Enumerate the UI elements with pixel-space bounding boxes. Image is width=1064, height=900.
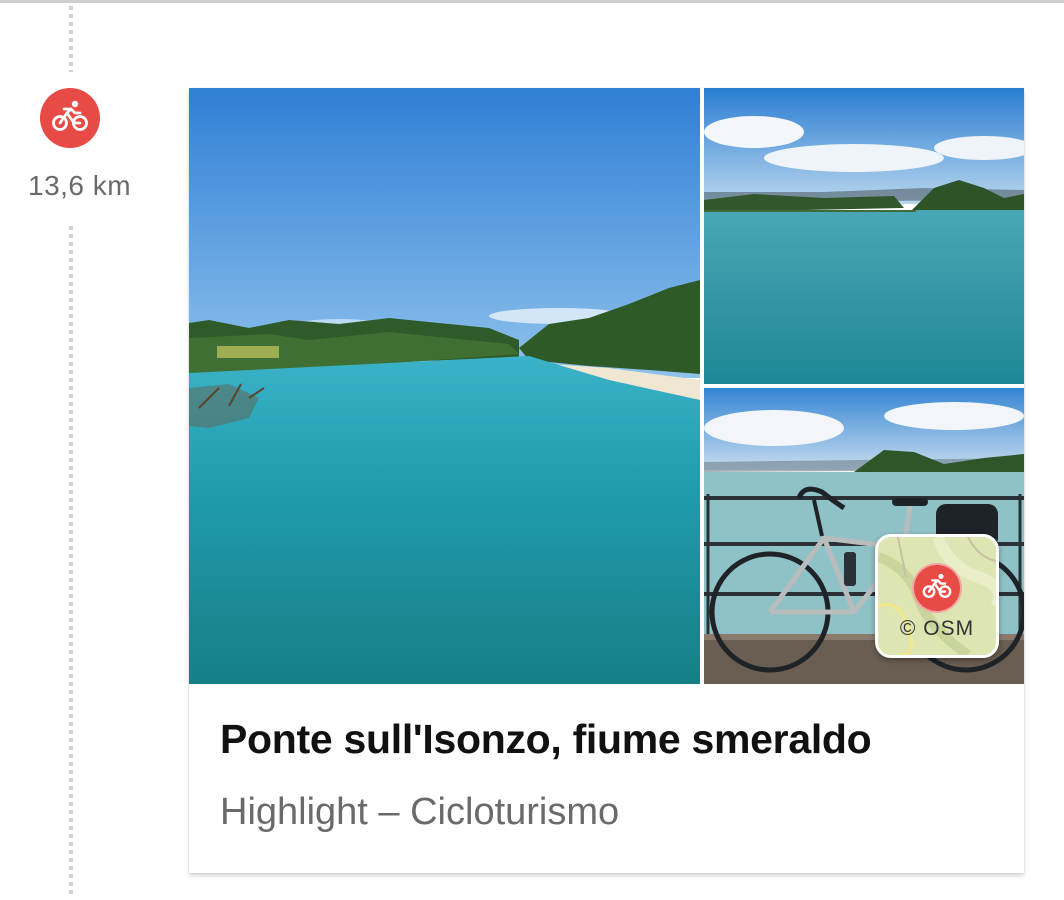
highlight-title[interactable]: Ponte sull'Isonzo, fiume smeraldo (220, 716, 1010, 763)
map-pin (912, 563, 962, 613)
bicycle-icon (50, 96, 90, 141)
timeline-line-top (69, 6, 73, 72)
map-thumbnail[interactable]: © OSM (875, 534, 999, 658)
timeline-line-bottom (69, 226, 73, 896)
top-divider (0, 0, 1064, 3)
sport-badge (40, 88, 100, 148)
river-island-photo[interactable] (704, 88, 1024, 384)
highlight-subtitle: Highlight – Cicloturismo (220, 791, 620, 833)
river-bend-photo[interactable] (189, 88, 700, 684)
map-attribution: © OSM (899, 617, 975, 640)
bicycle-icon (921, 570, 953, 607)
highlight-card[interactable]: © OSM Ponte sull'Isonzo, fiume smeraldo … (189, 88, 1024, 873)
segment-distance: 13,6 km (28, 170, 132, 201)
